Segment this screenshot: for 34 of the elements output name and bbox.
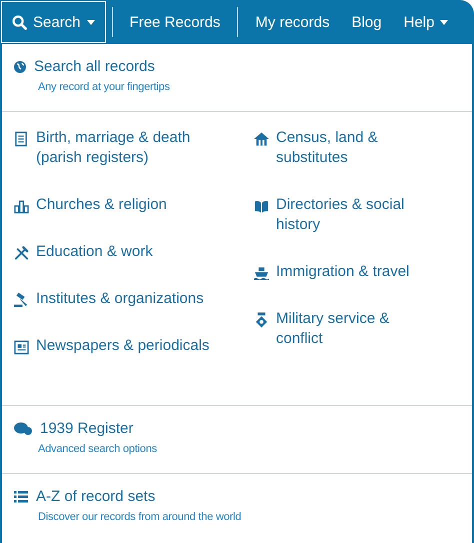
subtitle: Discover our records from around the world [38, 511, 242, 523]
category-link[interactable]: Education & work [14, 242, 254, 262]
category-link[interactable]: Census, land & substitutes [254, 128, 462, 168]
subtitle: Advanced search options [38, 443, 158, 455]
tools-icon [14, 245, 29, 261]
medal-icon [254, 312, 269, 328]
caret-icon [86, 20, 95, 24]
ship-icon [254, 265, 269, 281]
category-link[interactable]: Directories & social history [254, 195, 462, 235]
list-icon [14, 490, 28, 502]
nav-button[interactable]: Blog [340, 1, 393, 43]
book-icon [254, 198, 269, 214]
search-all-link[interactable]: Search all records [34, 58, 155, 75]
document-icon [14, 131, 29, 147]
register-link[interactable]: 1939 Register [40, 420, 134, 437]
subtitle: Any record at your fingertips [38, 81, 171, 93]
newspaper-icon [14, 339, 29, 355]
record-sets-link[interactable]: A-Z of record sets [36, 488, 156, 505]
caret-icon [440, 20, 448, 24]
nav-button[interactable]: Help [392, 1, 460, 43]
category-link[interactable]: Institutes & organizations [14, 289, 254, 309]
buildings-icon [14, 198, 29, 214]
category-link[interactable]: Immigration & travel [254, 262, 462, 282]
speech-bubble-icon [14, 422, 32, 436]
category-link[interactable]: Military service & conflict [254, 309, 462, 349]
nav-button[interactable]: Free Records [118, 1, 232, 43]
category-link[interactable]: Churches & religion [14, 195, 254, 215]
nav-button[interactable]: Search [1, 1, 106, 43]
category-link[interactable]: Birth, marriage & death (parish registers) [14, 128, 254, 168]
search-icon [12, 14, 27, 30]
gavel-icon [14, 292, 29, 308]
house-icon [254, 131, 269, 147]
category-link[interactable]: Newspapers & periodicals [14, 336, 254, 356]
nav-button[interactable]: My records [244, 1, 341, 43]
